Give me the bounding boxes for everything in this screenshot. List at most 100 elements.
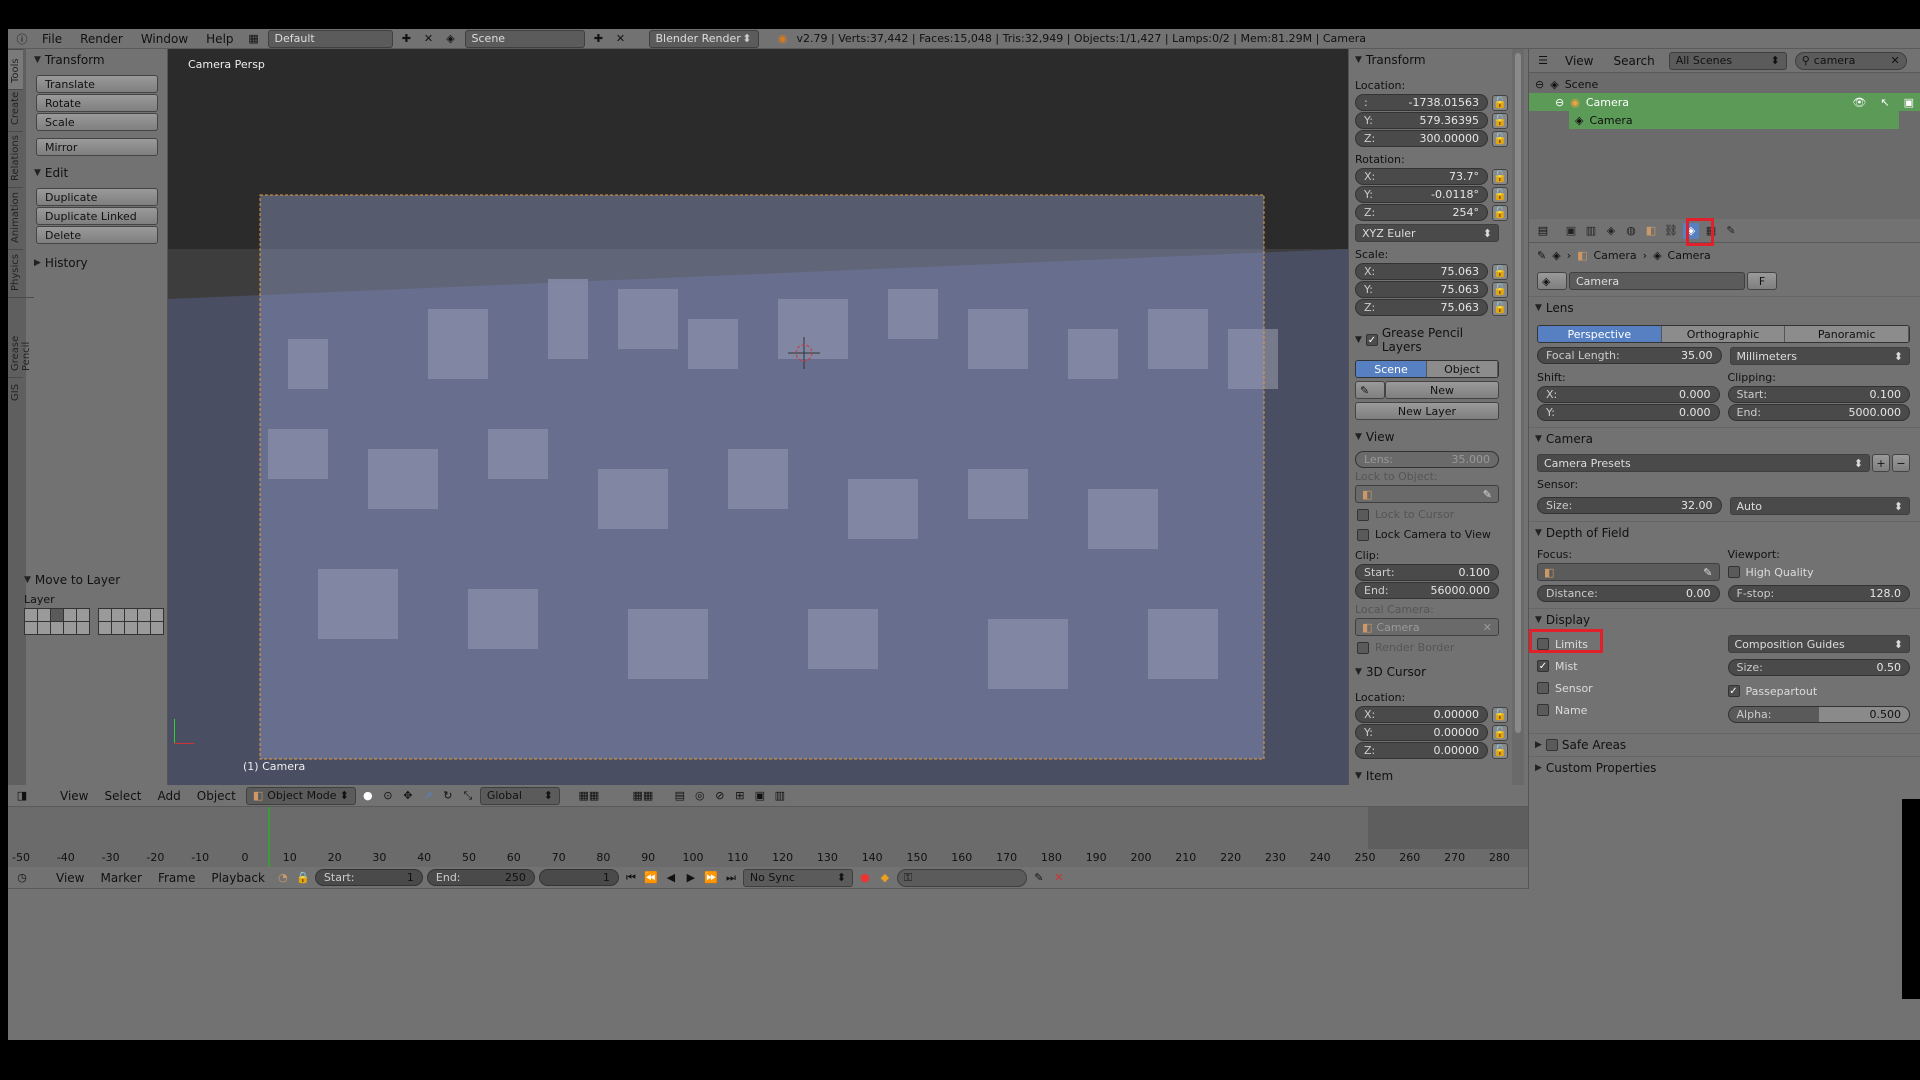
mist-row[interactable]: ✓ Mist <box>1537 657 1720 675</box>
lock-icon[interactable]: 🔓 <box>1492 186 1508 203</box>
pencil-icon[interactable]: ✎ <box>1355 381 1385 399</box>
lock-camera-checkbox[interactable] <box>1357 528 1369 541</box>
lock-icon[interactable]: 🔓 <box>1492 281 1508 298</box>
fake-user-button[interactable]: F <box>1747 272 1777 290</box>
lock-icon[interactable]: 🔓 <box>1492 204 1508 221</box>
gp-new-button[interactable]: New <box>1385 381 1499 399</box>
timeline-view-menu[interactable]: View <box>50 871 90 885</box>
lock-icon[interactable]: 🔓 <box>1492 706 1508 723</box>
lock-layers-icon[interactable]: ▤ <box>672 788 688 804</box>
lock-cursor-row[interactable]: Lock to Cursor <box>1349 503 1512 526</box>
transform-panel-header[interactable]: ▼ Transform <box>28 49 166 71</box>
scene-tab-icon[interactable]: ◈ <box>1603 223 1619 239</box>
layer-grid[interactable] <box>18 608 166 635</box>
layers-grid-icon[interactable]: ▦▦ <box>564 788 614 804</box>
high-quality-row[interactable]: High Quality <box>1727 563 1911 581</box>
keying-set-field[interactable]: ⚿ <box>896 868 1027 887</box>
render-camera-icon[interactable]: ▣ <box>1904 96 1914 109</box>
edit-panel-header[interactable]: ▼ Edit <box>28 162 166 184</box>
layers-grid-2-icon[interactable]: ▦▦ <box>618 788 668 804</box>
layout-grid-icon[interactable]: ▦ <box>246 31 262 47</box>
cam-clip-start-field[interactable]: Start: 0.100 <box>1727 386 1910 403</box>
play-icon[interactable]: ▶ <box>683 870 699 886</box>
keying-icon[interactable]: ◆ <box>877 870 893 886</box>
name-display-row[interactable]: Name <box>1537 701 1720 719</box>
jump-key-back-icon[interactable]: ⏪ <box>643 870 659 886</box>
sensor-display-checkbox[interactable] <box>1537 682 1549 694</box>
remove-layout-icon[interactable]: ✕ <box>421 31 437 47</box>
mist-checkbox[interactable]: ✓ <box>1537 660 1549 672</box>
snap-icon[interactable]: ⊘ <box>712 788 728 804</box>
3d-viewport[interactable]: Camera Persp (1) Camera <box>168 49 1348 785</box>
rotation-mode-select[interactable]: XYZ Euler ⬍ <box>1355 224 1499 242</box>
add-scene-icon[interactable]: ✚ <box>591 31 607 47</box>
menu-window[interactable]: Window <box>135 32 194 46</box>
scene-field[interactable]: Scene <box>464 29 585 48</box>
lock-object-field[interactable]: ◧ ✎ <box>1355 485 1499 503</box>
gp-scene-tab[interactable]: Scene <box>1356 361 1427 377</box>
lock-icon[interactable]: 🔓 <box>1492 263 1508 280</box>
scene-icon[interactable]: ◈ <box>443 31 459 47</box>
delete-key-icon[interactable]: ✕ <box>1051 870 1067 886</box>
render-tab-icon[interactable]: ▣ <box>1563 223 1579 239</box>
outliner-display-mode[interactable]: All Scenes ⬍ <box>1668 51 1787 70</box>
rotation-field[interactable]: Y: -0.0118° <box>1355 186 1488 203</box>
timeline-marker-menu[interactable]: Marker <box>94 871 147 885</box>
lock-icon[interactable]: 🔓 <box>1492 130 1508 147</box>
tab-gis[interactable]: GIS <box>8 377 23 407</box>
duplicate-button[interactable]: Duplicate <box>36 188 158 206</box>
lens-panel-header[interactable]: ▼ Lens <box>1529 296 1920 319</box>
rotate-button[interactable]: Rotate <box>36 94 158 112</box>
safe-areas-checkbox[interactable] <box>1545 739 1558 751</box>
tab-physics[interactable]: Physics <box>8 249 23 297</box>
outliner-view-menu[interactable]: View <box>1559 54 1599 68</box>
composition-guides-select[interactable]: Composition Guides ⬍ <box>1727 635 1910 653</box>
move-layer-header[interactable]: ▼ Move to Layer <box>18 569 166 591</box>
cursor-panel-header[interactable]: ▼ 3D Cursor <box>1349 661 1512 683</box>
shading-icon[interactable]: ● <box>360 788 376 804</box>
perspective-tab[interactable]: Perspective <box>1538 326 1662 342</box>
gp-layers-header[interactable]: ▼ ✓ Grease Pencil Layers <box>1349 322 1512 358</box>
add-preset-icon[interactable]: + <box>1872 454 1890 472</box>
tab-relations[interactable]: Relations <box>8 131 23 187</box>
selectable-arrow-icon[interactable]: ↖ <box>1880 96 1889 109</box>
menu-object[interactable]: Object <box>191 789 242 803</box>
display-panel-header[interactable]: ▼ Display <box>1529 608 1920 631</box>
timeline-frame-menu[interactable]: Frame <box>152 871 201 885</box>
render-engine-select[interactable]: Blender Render ⬍ <box>648 29 759 48</box>
focus-object-field[interactable]: ◧ ✎ <box>1537 563 1720 581</box>
n-transform-header[interactable]: ▼ Transform <box>1349 49 1512 71</box>
dof-panel-header[interactable]: ▼ Depth of Field <box>1529 521 1920 544</box>
tab-animation[interactable]: Animation <box>8 187 23 249</box>
cursor-field[interactable]: Y: 0.00000 <box>1355 724 1488 741</box>
menu-file[interactable]: File <box>36 32 68 46</box>
custom-props-header[interactable]: ▶ Custom Properties <box>1529 756 1920 779</box>
guide-size-field[interactable]: Size: 0.50 <box>1727 659 1910 676</box>
lock-icon[interactable]: 🔓 <box>1492 742 1508 759</box>
gp-object-tab[interactable]: Object <box>1427 361 1498 377</box>
jump-end-icon[interactable]: ⏭ <box>723 870 739 886</box>
world-tab-icon[interactable]: ◍ <box>1623 223 1639 239</box>
sensor-display-row[interactable]: Sensor <box>1537 679 1720 697</box>
properties-editor-icon[interactable]: ▤ <box>1535 223 1551 239</box>
orthographic-tab[interactable]: Orthographic <box>1661 326 1786 342</box>
sensor-fit-select[interactable]: Auto ⬍ <box>1729 497 1910 515</box>
tree-item-scene[interactable]: ⊖ ◈ Scene <box>1529 75 1920 93</box>
scale-field[interactable]: Y: 75.063 <box>1355 281 1488 298</box>
camera-datablock-name[interactable]: Camera <box>1569 272 1745 290</box>
info-editor-icon[interactable]: ⓘ <box>14 31 30 47</box>
cursor-field[interactable]: Z: 0.00000 <box>1355 742 1488 759</box>
scale-button[interactable]: Scale <box>36 113 158 131</box>
remove-preset-icon[interactable]: − <box>1892 454 1910 472</box>
gp-new-layer-button[interactable]: New Layer <box>1355 402 1499 420</box>
tools-tab-icon[interactable]: ✎ <box>1723 223 1739 239</box>
view-clip-start[interactable]: Start: 0.100 <box>1355 564 1499 581</box>
shift-x-field[interactable]: X: 0.000 <box>1537 386 1720 403</box>
duplicate-linked-button[interactable]: Duplicate Linked <box>36 207 158 225</box>
name-display-checkbox[interactable] <box>1537 704 1549 716</box>
screen-layout-field[interactable]: Default <box>267 29 393 48</box>
tree-item-camera-object[interactable]: ⊖ ◉ Camera 👁 ↖ ▣ <box>1529 93 1920 111</box>
menu-view[interactable]: View <box>54 789 94 803</box>
sensor-size-field[interactable]: Size: 32.00 <box>1537 497 1722 514</box>
end-frame-field[interactable]: End: 250 <box>426 869 535 886</box>
